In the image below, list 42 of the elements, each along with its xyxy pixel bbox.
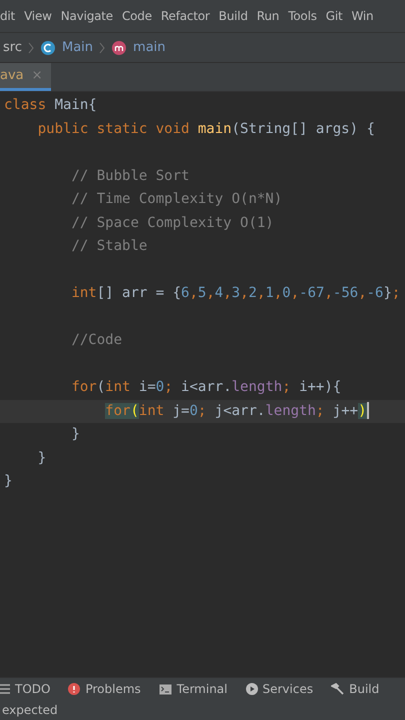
code-line: }	[70, 425, 81, 444]
tool-window-tab[interactable]: Build	[331, 682, 380, 696]
chevron-icon	[28, 42, 34, 54]
method-icon	[111, 40, 128, 56]
menu-item[interactable]: Build	[218, 9, 248, 23]
hammer-icon	[331, 683, 344, 695]
terminal-icon	[158, 684, 172, 694]
menu-item[interactable]: Tools	[288, 9, 317, 23]
code-line: // Time Complexity O(n*N)	[70, 190, 284, 209]
error-icon	[68, 683, 80, 695]
code-line: // Bubble Sort	[70, 166, 190, 186]
menu-item[interactable]: Refactor	[160, 9, 210, 23]
tool-window-tab[interactable]: Terminal	[158, 682, 228, 696]
chevron-icon	[99, 42, 106, 54]
menu-item[interactable]: Git	[326, 9, 343, 23]
menu-item[interactable]: Run	[256, 9, 280, 23]
text-cursor	[366, 402, 369, 420]
breadcrumb-item[interactable]: src	[3, 40, 22, 55]
play-icon	[246, 683, 258, 695]
menu-item[interactable]: View	[24, 9, 52, 23]
code-line: }	[3, 472, 14, 491]
list-icon	[0, 684, 10, 694]
tool-window-tab[interactable]: TODO	[0, 682, 50, 696]
code-line: public static void main(String[] args) {	[36, 120, 376, 138]
menu-item[interactable]: Win	[352, 9, 374, 23]
code-line: //Code	[70, 331, 124, 350]
menu-item[interactable]: Navigate	[60, 9, 113, 23]
menu-item[interactable]: Code	[122, 9, 152, 23]
breadcrumb-item[interactable]: main	[133, 40, 166, 55]
code-line: for(int i=0; i<arr.length; i++){	[70, 378, 342, 397]
class-icon	[40, 40, 56, 56]
tool-window-tab[interactable]: Problems	[68, 682, 141, 696]
tool-window-tab[interactable]: Services	[246, 682, 314, 696]
status-message: expected	[1, 703, 58, 717]
code-line: // Stable	[70, 237, 148, 256]
breadcrumb-item[interactable]: Main	[62, 40, 94, 55]
file-tab[interactable]: ava ×	[0, 63, 51, 91]
code-line: }	[36, 448, 48, 468]
code-line: int[] arr = {6,5,4,3,2,1,0,-67,-56,-6};	[70, 284, 402, 303]
code-line: // Space Complexity O(1)	[70, 214, 275, 232]
code-line: class Main{	[3, 96, 98, 115]
menu-item[interactable]: dit	[0, 9, 16, 23]
